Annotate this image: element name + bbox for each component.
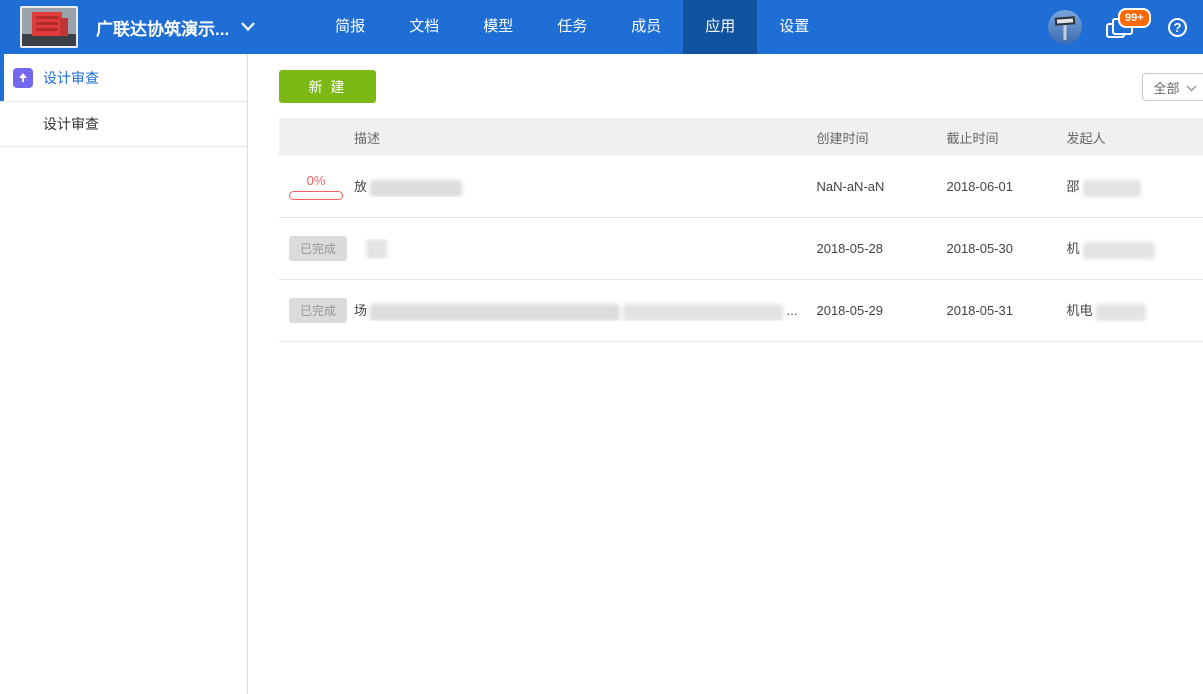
progress-bar	[289, 191, 343, 200]
table-row[interactable]: 0% 放 NaN-aN-aN 2018-06-01 邵	[279, 156, 1203, 218]
row-description: 放	[354, 176, 801, 196]
notification-count-badge: 99+	[1118, 8, 1151, 28]
active-indicator-bar	[0, 54, 4, 101]
filter-dropdown[interactable]: 全部	[1142, 73, 1203, 101]
row-deadline: 2018-05-30	[931, 241, 1051, 256]
table-row[interactable]: 已完成 场 ... 2018-05-29 2018-05-31 机电	[279, 280, 1203, 342]
project-title[interactable]: 广联达协筑演示...	[96, 15, 229, 40]
sidebar: 设计审查 设计审查	[0, 54, 248, 694]
tab-tasks[interactable]: 任务	[535, 0, 609, 54]
project-logo[interactable]	[20, 6, 78, 48]
row-created-time: 2018-05-29	[801, 303, 931, 318]
status-badge: 已完成	[289, 236, 347, 261]
main-content: 新 建 全部 描述 创建时间 截止时间 发起人 0%	[248, 54, 1203, 694]
row-description: 场 ...	[354, 300, 801, 320]
header-deadline: 截止时间	[931, 128, 1051, 147]
row-initiator: 邵	[1051, 176, 1203, 196]
header-created-time: 创建时间	[801, 128, 931, 147]
sidebar-item-design-review-app[interactable]: 设计审查	[0, 54, 247, 102]
redacted-text-block	[366, 239, 387, 259]
tab-documents[interactable]: 文档	[387, 0, 461, 54]
help-icon[interactable]: ?	[1168, 18, 1187, 37]
user-avatar[interactable]	[1048, 10, 1082, 44]
tab-settings[interactable]: 设置	[757, 0, 831, 54]
indicator-bar	[0, 102, 4, 146]
redacted-text-block	[1083, 242, 1155, 259]
project-switch-chevron-icon[interactable]	[241, 18, 255, 36]
notifications-button[interactable]: 99+	[1106, 14, 1146, 40]
row-initiator: 机电	[1051, 300, 1203, 320]
new-button[interactable]: 新 建	[279, 70, 376, 103]
building-photo	[22, 8, 76, 46]
sidebar-item-label: 设计审查	[43, 68, 99, 88]
top-navigation-bar: 广联达协筑演示... 简报 文档 模型 任务 成员 应用 设置 99+	[0, 0, 1203, 54]
redacted-text-block	[1096, 304, 1146, 321]
row-created-time: 2018-05-28	[801, 241, 931, 256]
redacted-text-block	[1083, 180, 1141, 197]
row-status: 已完成	[279, 236, 354, 261]
progress-percent: 0%	[289, 173, 343, 188]
main-nav: 简报 文档 模型 任务 成员 应用 设置	[313, 0, 831, 54]
row-created-time: NaN-aN-aN	[801, 179, 931, 194]
table-row[interactable]: 已完成 2018-05-28 2018-05-30 机	[279, 218, 1203, 280]
redacted-text-block	[623, 304, 783, 321]
topbar-right-controls: 99+ ?	[1048, 0, 1203, 54]
row-deadline: 2018-06-01	[931, 179, 1051, 194]
ellipsis: ...	[787, 303, 798, 318]
row-initiator: 机	[1051, 238, 1203, 258]
redacted-text-block	[370, 304, 620, 321]
status-badge: 已完成	[289, 298, 347, 323]
tab-briefing[interactable]: 简报	[313, 0, 387, 54]
sidebar-item-design-review[interactable]: 设计审查	[0, 102, 247, 147]
row-status: 0%	[279, 173, 354, 200]
design-review-app-icon	[13, 68, 33, 88]
tab-apps[interactable]: 应用	[683, 0, 757, 54]
tab-members[interactable]: 成员	[609, 0, 683, 54]
toolbar: 新 建 全部	[279, 70, 1203, 103]
progress-indicator: 0%	[289, 173, 343, 200]
redacted-text-block	[370, 180, 462, 197]
header-initiator: 发起人	[1051, 128, 1203, 147]
table-header: 描述 创建时间 截止时间 发起人	[279, 118, 1203, 156]
filter-label: 全部	[1153, 78, 1179, 97]
row-description	[354, 239, 801, 259]
page-body: 设计审查 设计审查 新 建 全部 描述 创建时间 截止时间 发起人	[0, 54, 1203, 694]
sidebar-item-label: 设计审查	[43, 114, 99, 134]
header-description: 描述	[354, 128, 801, 147]
chevron-down-icon	[1186, 80, 1197, 95]
row-deadline: 2018-05-31	[931, 303, 1051, 318]
tab-models[interactable]: 模型	[461, 0, 535, 54]
row-status: 已完成	[279, 298, 354, 323]
